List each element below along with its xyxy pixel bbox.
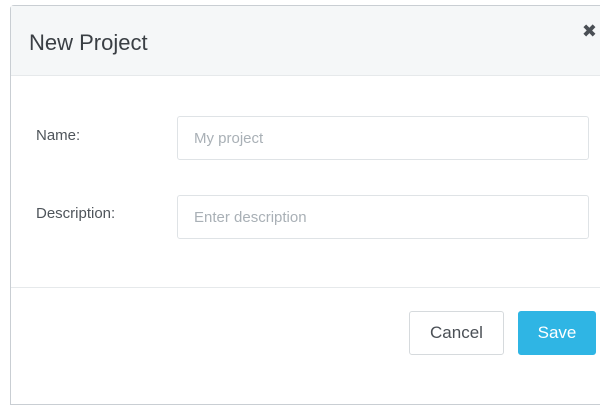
cancel-button[interactable]: Cancel <box>409 311 504 355</box>
description-label: Description: <box>36 205 116 222</box>
new-project-dialog: New Project ✖ Name: Description: Cancel … <box>10 5 600 405</box>
dialog-title: New Project <box>29 30 148 55</box>
name-label: Name: <box>36 127 81 144</box>
description-input[interactable] <box>177 195 589 239</box>
save-button[interactable]: Save <box>518 311 596 355</box>
footer-divider <box>11 287 600 288</box>
dialog-header: New Project ✖ <box>11 6 600 76</box>
name-input[interactable] <box>177 116 589 160</box>
close-icon[interactable]: ✖ <box>582 22 597 40</box>
